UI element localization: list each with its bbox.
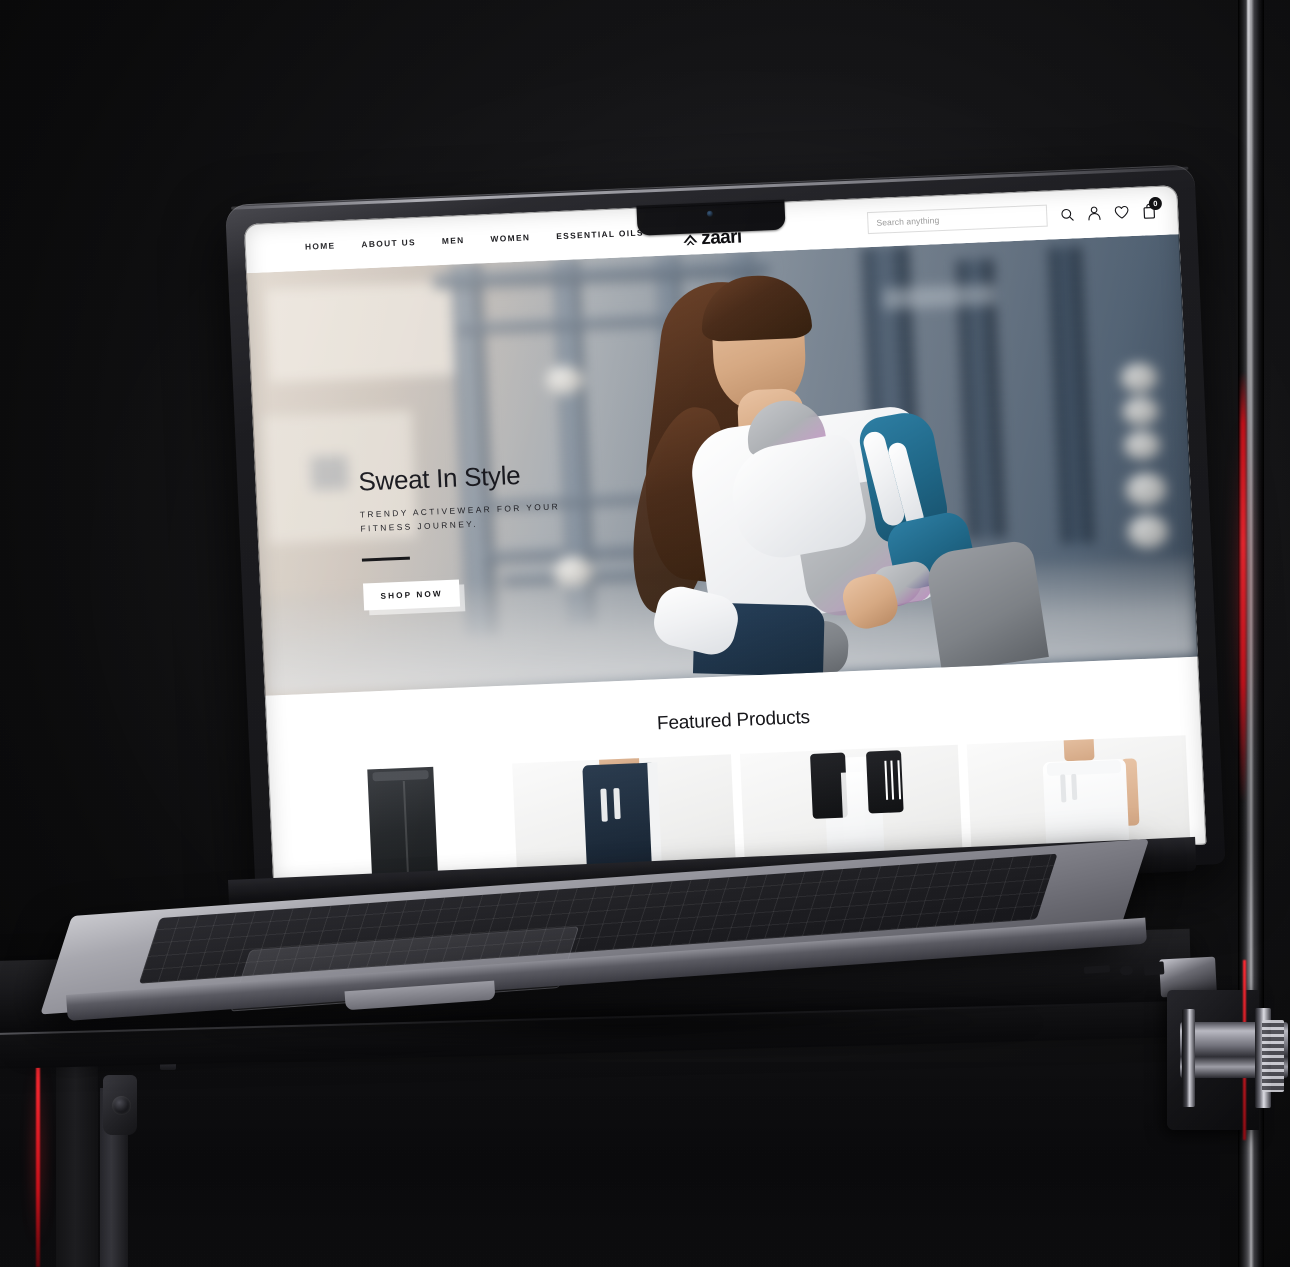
search-input[interactable]: Search anything [866, 204, 1048, 234]
header-actions: Search anything 0 [866, 196, 1163, 234]
hero-model-photo [591, 239, 1089, 682]
hero-divider-rule [361, 556, 410, 562]
product-mockup-scene: HOME ABOUT US MEN WOMEN ESSENTIAL OILS z… [0, 0, 1290, 1267]
hero-subtitle: TRENDY ACTIVEWEAR FOR YOUR FITNESS JOURN… [359, 501, 561, 534]
shop-now-button[interactable]: SHOP NOW [362, 579, 461, 611]
heart-icon[interactable] [1114, 205, 1130, 220]
laptop-screen: HOME ABOUT US MEN WOMEN ESSENTIAL OILS z… [243, 185, 1207, 884]
nav-item-home[interactable]: HOME [305, 240, 336, 251]
website-viewport: HOME ABOUT US MEN WOMEN ESSENTIAL OILS z… [243, 185, 1207, 884]
user-icon[interactable] [1087, 205, 1102, 221]
hdmi-port [1143, 961, 1165, 976]
usb-c-port [1119, 965, 1134, 976]
nav-item-women[interactable]: WOMEN [490, 232, 530, 244]
sd-card-port [1083, 965, 1111, 974]
nav-item-men[interactable]: MEN [442, 235, 465, 246]
search-icon[interactable] [1060, 207, 1075, 222]
cart-button[interactable]: 0 [1142, 196, 1163, 220]
camera-notch [636, 199, 786, 236]
laptop-device: HOME ABOUT US MEN WOMEN ESSENTIAL OILS z… [0, 0, 1290, 1267]
hero-copy-block: Sweat In Style TRENDY ACTIVEWEAR FOR YOU… [358, 458, 624, 611]
search-placeholder: Search anything [876, 214, 940, 228]
nav-item-essential-oils[interactable]: ESSENTIAL OILS [556, 227, 644, 241]
hero-banner: Sweat In Style TRENDY ACTIVEWEAR FOR YOU… [246, 234, 1199, 696]
main-navigation: HOME ABOUT US MEN WOMEN ESSENTIAL OILS [305, 227, 644, 251]
laptop-lid: HOME ABOUT US MEN WOMEN ESSENTIAL OILS z… [225, 164, 1226, 905]
cart-count-badge: 0 [1148, 196, 1163, 210]
nav-item-about-us[interactable]: ABOUT US [361, 237, 416, 249]
product-card-black-trousers[interactable] [284, 763, 509, 884]
laptop-drop-shadow [60, 1002, 1180, 1054]
